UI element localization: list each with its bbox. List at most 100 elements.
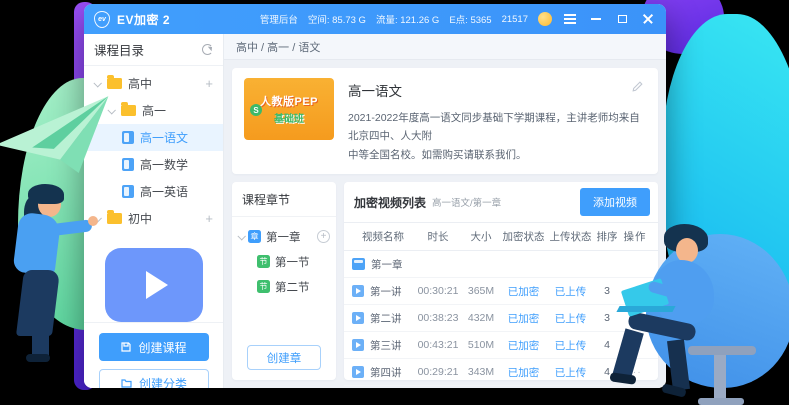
add-video-button[interactable]: 添加视频 xyxy=(580,188,650,216)
col-upload: 上传状态 xyxy=(547,229,594,244)
chevron-down-icon[interactable] xyxy=(93,79,101,87)
course-book-icon xyxy=(122,131,134,144)
course-book-icon xyxy=(122,185,134,198)
create-chapter-button[interactable]: 创建章 xyxy=(247,345,321,370)
close-button[interactable] xyxy=(640,11,656,27)
chevron-down-icon[interactable] xyxy=(237,232,245,240)
add-section-icon[interactable]: + xyxy=(317,230,330,243)
video-play-illustration xyxy=(105,248,203,322)
app-shield-logo-icon: ev xyxy=(94,11,110,28)
traffic-stat: 流量: 121.26 G xyxy=(376,12,439,26)
section-badge-icon: 节 xyxy=(257,255,270,268)
table-row[interactable]: 第五讲 00:34:32 383M 已加密 已上传 12 ··· xyxy=(344,386,658,388)
chapter-node[interactable]: 章 第一章 + xyxy=(238,224,330,249)
play-icon xyxy=(146,271,168,299)
create-category-label: 创建分类 xyxy=(139,375,187,389)
tree-node-yingyu[interactable]: 高一英语 xyxy=(84,178,223,205)
title-bar[interactable]: ev EV加密 2 管理后台 空间: 85.73 G 流量: 121.26 G … xyxy=(84,4,666,34)
table-row[interactable]: 第一讲 00:30:21 365M 已加密 已上传 3 ··· xyxy=(344,278,658,305)
course-description-line2: 中等全国名校。如需购买请联系我们。 xyxy=(348,146,646,164)
videos-subtitle: 高一语文/第一章 xyxy=(432,195,501,209)
col-name: 视频名称 xyxy=(352,229,414,244)
course-title: 高一语文 xyxy=(348,80,646,100)
section-badge-icon: 节 xyxy=(257,280,270,293)
course-cover-image: 人教版PEP 基础班 S xyxy=(244,78,334,140)
left-person-illustration xyxy=(0,186,96,364)
encrypt-status: 已加密 xyxy=(500,311,547,326)
videos-panel: 加密视频列表 高一语文/第一章 添加视频 视频名称 时长 大小 加密状态 上传状… xyxy=(344,182,658,380)
encrypt-status: 已加密 xyxy=(500,284,547,299)
table-row[interactable]: 第二讲 00:38:23 432M 已加密 已上传 3 ··· xyxy=(344,305,658,332)
tree-node-label: 高一数学 xyxy=(140,156,188,173)
maximize-button[interactable] xyxy=(614,11,630,27)
sidebar: 课程目录 高中 + 高一 高一语文 xyxy=(84,34,224,388)
cover-subtitle: 基础班 xyxy=(274,110,304,125)
app-title: EV加密 2 xyxy=(117,11,170,28)
section-node[interactable]: 节 第一节 xyxy=(238,249,330,274)
videos-title: 加密视频列表 xyxy=(354,194,426,211)
refresh-icon[interactable] xyxy=(202,44,213,55)
main-area: 高中 / 高一 / 语文 人教版PEP 基础班 S 高一语文 2021-2022… xyxy=(224,34,666,388)
edit-icon[interactable] xyxy=(631,80,644,98)
table-header: 视频名称 时长 大小 加密状态 上传状态 排序 操作 xyxy=(344,222,658,251)
folder-icon xyxy=(107,213,122,224)
add-node-icon[interactable]: + xyxy=(205,212,213,225)
col-encrypt: 加密状态 xyxy=(500,229,547,244)
course-info-card: 人教版PEP 基础班 S 高一语文 2021-2022年度高一语文同步基础下学期… xyxy=(232,68,658,174)
section-label: 第一节 xyxy=(275,254,310,270)
cover-title: 人教版PEP xyxy=(260,93,318,109)
cover-badge: S xyxy=(250,104,262,116)
play-icon xyxy=(352,312,364,324)
create-course-button[interactable]: 创建课程 xyxy=(99,333,209,361)
add-node-icon[interactable]: + xyxy=(205,77,213,90)
upload-status: 已上传 xyxy=(547,284,594,299)
tree-node-label: 高一语文 xyxy=(140,129,188,146)
folder-icon xyxy=(121,105,136,116)
chapter-badge-icon: 章 xyxy=(248,230,261,243)
play-icon xyxy=(352,366,364,378)
upload-status: 已上传 xyxy=(547,365,594,380)
create-course-label: 创建课程 xyxy=(138,339,186,356)
section-label: 第二节 xyxy=(275,279,310,295)
chapters-title: 课程章节 xyxy=(232,182,336,217)
points-stat: E点: 5365 xyxy=(449,12,491,26)
table-group-row[interactable]: 第一章 xyxy=(344,251,658,278)
minimize-button[interactable] xyxy=(588,11,604,27)
upload-status: 已上传 xyxy=(547,338,594,353)
folder-icon xyxy=(352,258,365,270)
tree-node-label: 高一英语 xyxy=(140,183,188,200)
chapter-label: 第一章 xyxy=(266,229,301,245)
col-size: 大小 xyxy=(462,229,500,244)
encrypt-status: 已加密 xyxy=(500,338,547,353)
save-icon xyxy=(120,341,132,353)
tree-node-gaozhong[interactable]: 高中 + xyxy=(84,70,223,97)
menu-icon[interactable] xyxy=(562,11,578,27)
tree-node-label: 高中 xyxy=(128,75,152,92)
space-stat: 空间: 85.73 G xyxy=(308,12,366,26)
encrypt-status: 已加密 xyxy=(500,365,547,380)
folder-outline-icon xyxy=(120,377,133,388)
create-category-button[interactable]: 创建分类 xyxy=(99,369,209,388)
course-book-icon xyxy=(122,158,134,171)
course-directory-title: 课程目录 xyxy=(94,40,144,59)
videos-table: 视频名称 时长 大小 加密状态 上传状态 排序 操作 第一章 xyxy=(344,222,658,380)
tree-node-label: 初中 xyxy=(128,210,152,227)
app-window: ev EV加密 2 管理后台 空间: 85.73 G 流量: 121.26 G … xyxy=(84,4,666,388)
chapters-panel: 课程章节 章 第一章 + 节 第一节 xyxy=(232,182,336,380)
col-duration: 时长 xyxy=(414,229,462,244)
tree-node-label: 高一 xyxy=(142,102,166,119)
upload-status: 已上传 xyxy=(547,311,594,326)
play-icon xyxy=(352,285,364,297)
user-avatar[interactable] xyxy=(538,12,552,26)
points-extra-stat: 21517 xyxy=(502,14,528,25)
admin-console-link[interactable]: 管理后台 xyxy=(260,12,298,26)
tree-node-chuzhong[interactable]: 初中 + xyxy=(84,205,223,232)
breadcrumb: 高中 / 高一 / 语文 xyxy=(224,34,666,60)
folder-icon xyxy=(107,78,122,89)
table-row[interactable]: 第三讲 00:43:21 510M 已加密 已上传 4 ··· xyxy=(344,332,658,359)
right-person-illustration xyxy=(612,222,789,400)
section-node[interactable]: 节 第二节 xyxy=(238,274,330,299)
play-icon xyxy=(352,339,364,351)
course-description-line1: 2021-2022年度高一语文同步基础下学期课程，主讲老师均来自北京四中、人大附 xyxy=(348,109,646,146)
group-label: 第一章 xyxy=(371,257,403,272)
